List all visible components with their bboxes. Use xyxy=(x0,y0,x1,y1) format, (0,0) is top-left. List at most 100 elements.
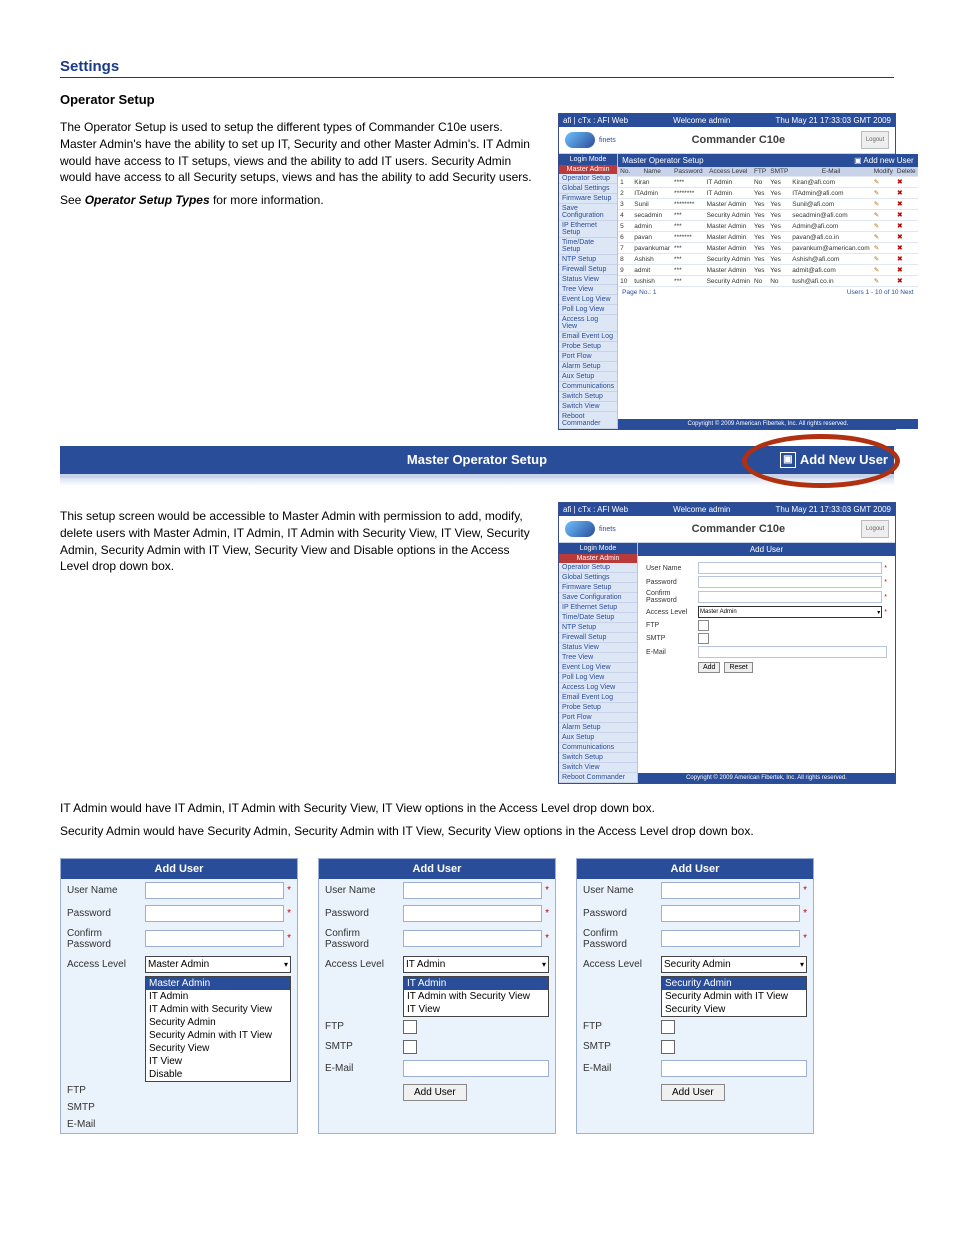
sidebar-item[interactable]: Save Configuration xyxy=(559,204,617,221)
mini-add-button[interactable]: Add xyxy=(698,662,720,673)
p2-ftp-checkbox[interactable] xyxy=(403,1020,417,1034)
sidebar-item[interactable]: Probe Setup xyxy=(559,703,637,713)
sidebar-item[interactable]: Firewall Setup xyxy=(559,265,617,275)
dropdown-option[interactable]: Security Admin xyxy=(662,977,806,990)
sidebar-item[interactable]: Probe Setup xyxy=(559,342,617,352)
sidebar-item[interactable]: Alarm Setup xyxy=(559,362,617,372)
sidebar-item[interactable]: Tree View xyxy=(559,285,617,295)
p3-dropdown[interactable]: Security AdminSecurity Admin with IT Vie… xyxy=(661,976,807,1017)
sidebar-item[interactable]: Tree View xyxy=(559,653,637,663)
sidebar-item[interactable]: Switch Setup xyxy=(559,753,637,763)
dropdown-option[interactable]: IT Admin xyxy=(146,990,290,1003)
mini-username-input[interactable] xyxy=(698,562,882,574)
sidebar-item[interactable]: Global Settings xyxy=(559,184,617,194)
sidebar-item[interactable]: IP Ethernet Setup xyxy=(559,603,637,613)
dropdown-option[interactable]: IT Admin with Security View xyxy=(146,1003,290,1016)
dropdown-option[interactable]: IT Admin xyxy=(404,977,548,990)
sidebar-item[interactable]: Global Settings xyxy=(559,573,637,583)
dropdown-option[interactable]: Master Admin xyxy=(146,977,290,990)
p3-ftp-checkbox[interactable] xyxy=(661,1020,675,1034)
sidebar-item[interactable]: Switch View xyxy=(559,763,637,773)
sidebar-item[interactable]: Firewall Setup xyxy=(559,633,637,643)
sidebar-item[interactable]: Save Configuration xyxy=(559,593,637,603)
sidebar-item[interactable]: Email Event Log xyxy=(559,332,617,342)
sidebar-item[interactable]: Port Flow xyxy=(559,352,617,362)
sidebar-item[interactable]: Reboot Commander xyxy=(559,773,637,783)
sidebar-item[interactable]: Email Event Log xyxy=(559,693,637,703)
delete-icon[interactable]: ✖ xyxy=(895,199,918,210)
dropdown-option[interactable]: Security Admin xyxy=(146,1016,290,1029)
sidebar-item[interactable]: Operator Setup xyxy=(559,174,617,184)
dropdown-option[interactable]: Security View xyxy=(146,1042,290,1055)
p1-confirm-input[interactable] xyxy=(145,930,284,947)
logout-icon[interactable]: Logout xyxy=(861,131,889,149)
sidebar-item[interactable]: Firmware Setup xyxy=(559,194,617,204)
sidebar-item[interactable]: Poll Log View xyxy=(559,305,617,315)
dropdown-option[interactable]: Disable xyxy=(146,1068,290,1081)
p3-access-level-select[interactable]: Security Admin▾ xyxy=(661,956,807,973)
sidebar-item[interactable]: Status View xyxy=(559,643,637,653)
modify-icon[interactable]: ✎ xyxy=(872,243,895,254)
modify-icon[interactable]: ✎ xyxy=(872,210,895,221)
delete-icon[interactable]: ✖ xyxy=(895,177,918,188)
p2-smtp-checkbox[interactable] xyxy=(403,1040,417,1054)
p2-add-user-button[interactable]: Add User xyxy=(403,1084,467,1101)
p1-dropdown[interactable]: Master AdminIT AdminIT Admin with Securi… xyxy=(145,976,291,1082)
sidebar-item[interactable]: Switch View xyxy=(559,402,617,412)
mini-reset-button[interactable]: Reset xyxy=(724,662,752,673)
sidebar-item[interactable]: Aux Setup xyxy=(559,372,617,382)
sidebar-item[interactable]: Status View xyxy=(559,275,617,285)
modify-icon[interactable]: ✎ xyxy=(872,221,895,232)
delete-icon[interactable]: ✖ xyxy=(895,254,918,265)
setup-bar-add-1[interactable]: ▣ Add new User xyxy=(854,156,914,165)
sidebar-item[interactable]: Reboot Commander xyxy=(559,412,617,429)
modify-icon[interactable]: ✎ xyxy=(872,276,895,287)
p1-password-input[interactable] xyxy=(145,905,284,922)
sidebar-item[interactable]: Access Log View xyxy=(559,315,617,332)
p3-confirm-input[interactable] xyxy=(661,930,800,947)
delete-icon[interactable]: ✖ xyxy=(895,210,918,221)
sidebar-item[interactable]: Access Log View xyxy=(559,683,637,693)
modify-icon[interactable]: ✎ xyxy=(872,254,895,265)
p2-username-input[interactable] xyxy=(403,882,542,899)
p2-password-input[interactable] xyxy=(403,905,542,922)
dropdown-option[interactable]: IT Admin with Security View xyxy=(404,990,548,1003)
dropdown-option[interactable]: IT View xyxy=(404,1003,548,1016)
sidebar-item[interactable]: Firmware Setup xyxy=(559,583,637,593)
delete-icon[interactable]: ✖ xyxy=(895,243,918,254)
sidebar-item[interactable]: Communications xyxy=(559,743,637,753)
p3-smtp-checkbox[interactable] xyxy=(661,1040,675,1054)
mini-password-input[interactable] xyxy=(698,576,882,588)
delete-icon[interactable]: ✖ xyxy=(895,276,918,287)
sidebar-item[interactable]: Event Log View xyxy=(559,663,637,673)
p3-password-input[interactable] xyxy=(661,905,800,922)
delete-icon[interactable]: ✖ xyxy=(895,232,918,243)
mini-smtp-checkbox[interactable] xyxy=(698,633,709,644)
sidebar-item[interactable]: Port Flow xyxy=(559,713,637,723)
sidebar-item[interactable]: Event Log View xyxy=(559,295,617,305)
p2-confirm-input[interactable] xyxy=(403,930,542,947)
dropdown-option[interactable]: Security Admin with IT View xyxy=(146,1029,290,1042)
mini-confirm-input[interactable] xyxy=(698,591,882,603)
modify-icon[interactable]: ✎ xyxy=(872,265,895,276)
delete-icon[interactable]: ✖ xyxy=(895,265,918,276)
sidebar-item[interactable]: Poll Log View xyxy=(559,673,637,683)
p2-access-level-select[interactable]: IT Admin▾ xyxy=(403,956,549,973)
sidebar-item[interactable]: IP Ethernet Setup xyxy=(559,221,617,238)
add-new-user-button[interactable]: ▣ Add New User xyxy=(780,446,888,474)
sidebar-item[interactable]: Operator Setup xyxy=(559,563,637,573)
modify-icon[interactable]: ✎ xyxy=(872,188,895,199)
p3-email-input[interactable] xyxy=(661,1060,807,1077)
sidebar-item[interactable]: NTP Setup xyxy=(559,623,637,633)
sidebar-item[interactable]: Aux Setup xyxy=(559,733,637,743)
sidebar-item[interactable]: NTP Setup xyxy=(559,255,617,265)
pager-right[interactable]: Users 1 - 10 of 10 Next xyxy=(847,289,914,296)
delete-icon[interactable]: ✖ xyxy=(895,221,918,232)
modify-icon[interactable]: ✎ xyxy=(872,199,895,210)
p3-username-input[interactable] xyxy=(661,882,800,899)
mini-access-level-select[interactable]: Master Admin▾ xyxy=(698,606,882,618)
dropdown-option[interactable]: IT View xyxy=(146,1055,290,1068)
p2-dropdown[interactable]: IT AdminIT Admin with Security ViewIT Vi… xyxy=(403,976,549,1017)
p1-access-level-select[interactable]: Master Admin▾ xyxy=(145,956,291,973)
p2-email-input[interactable] xyxy=(403,1060,549,1077)
